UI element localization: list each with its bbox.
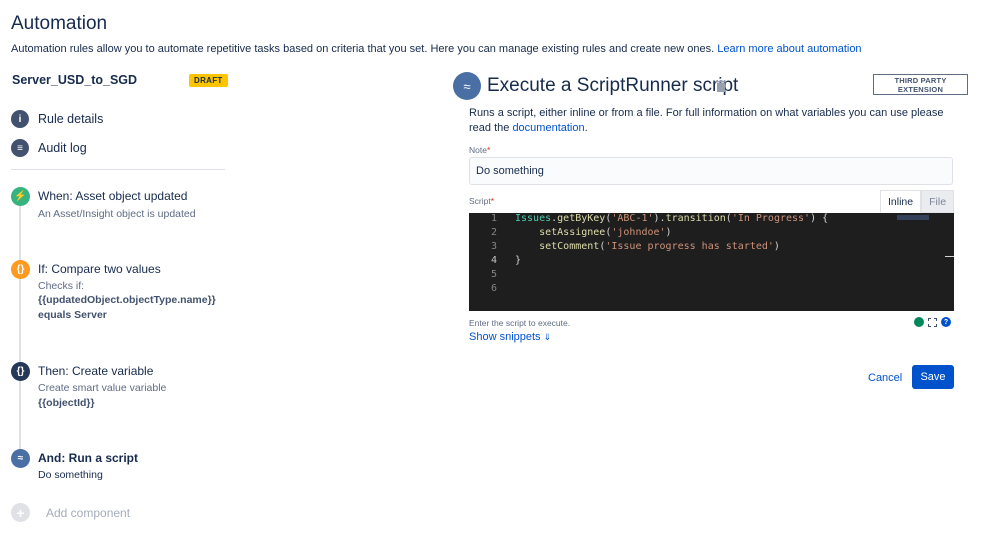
nav-rule-details-label: Rule details bbox=[38, 112, 104, 126]
list-icon: ≡ bbox=[11, 139, 29, 157]
page-description: Automation rules allow you to automate r… bbox=[11, 43, 862, 55]
editor-minimap bbox=[897, 215, 929, 220]
component-subtitle: An Asset/Insight object is updated bbox=[38, 208, 196, 220]
component-value: {{objectId}} bbox=[38, 397, 95, 409]
status-badge: DRAFT bbox=[189, 74, 228, 87]
check-icon bbox=[914, 317, 924, 327]
third-party-badge: THIRD PARTY EXTENSION bbox=[873, 74, 968, 95]
script-icon: ≈ bbox=[453, 72, 481, 100]
chevron-down-icon: ⇓ bbox=[543, 332, 552, 342]
code-line: 6 bbox=[490, 283, 497, 294]
script-label: Script* bbox=[469, 196, 495, 206]
script-icon: ≈ bbox=[11, 449, 30, 468]
code-editor[interactable]: 1 Issues.getByKey('ABC-1').transition('I… bbox=[469, 213, 954, 311]
component-run-script[interactable]: ≈ And: Run a script Do something bbox=[11, 449, 221, 485]
detail-title: Execute a ScriptRunner script bbox=[487, 75, 739, 96]
component-title: When: Asset object updated bbox=[38, 189, 188, 203]
help-icon[interactable]: ? bbox=[941, 317, 951, 327]
nav-audit-log-label: Audit log bbox=[38, 141, 87, 155]
rule-name: Server_USD_to_SGD bbox=[12, 73, 138, 87]
script-source-tabs: Inline File bbox=[880, 190, 955, 213]
show-snippets-link[interactable]: Show snippets ⇓ bbox=[469, 331, 551, 343]
description-text: Automation rules allow you to automate r… bbox=[11, 43, 715, 55]
editor-status-icons: ? bbox=[914, 317, 951, 327]
plus-icon: + bbox=[11, 503, 30, 522]
learn-more-link[interactable]: Learn more about automation bbox=[717, 43, 861, 55]
component-title: Then: Create variable bbox=[38, 364, 154, 378]
note-label: Note* bbox=[469, 145, 491, 155]
component-title: And: Run a script bbox=[38, 451, 139, 465]
code-line: 4 } bbox=[490, 255, 522, 266]
code-line: 3 setComment('Issue progress has started… bbox=[490, 241, 780, 252]
component-value: {{updatedObject.objectType.name}} bbox=[38, 294, 216, 306]
note-input[interactable] bbox=[469, 157, 953, 185]
editor-scrollbar bbox=[945, 256, 954, 257]
badge-line-2: EXTENSION bbox=[897, 84, 944, 94]
add-component-label: Add component bbox=[46, 505, 131, 520]
timeline-line bbox=[19, 204, 21, 464]
code-line: 1 Issues.getByKey('ABC-1').transition('I… bbox=[490, 213, 829, 224]
fullscreen-icon[interactable] bbox=[928, 317, 937, 327]
add-component-button[interactable]: + Add component bbox=[11, 503, 130, 522]
braces-icon: {} bbox=[11, 260, 30, 279]
info-icon: i bbox=[11, 110, 29, 128]
code-line: 2 setAssignee('johndoe') bbox=[490, 227, 672, 238]
tab-inline[interactable]: Inline bbox=[880, 190, 922, 213]
tab-file[interactable]: File bbox=[921, 190, 955, 213]
save-button[interactable]: Save bbox=[912, 365, 954, 389]
component-create-variable[interactable]: {} Then: Create variable Create smart va… bbox=[11, 362, 221, 412]
page-title: Automation bbox=[11, 13, 108, 34]
nav-audit-log[interactable]: ≡ Audit log bbox=[11, 139, 87, 157]
code-line: 5 bbox=[490, 269, 497, 280]
component-condition[interactable]: {} If: Compare two values Checks if: {{u… bbox=[11, 260, 221, 324]
editor-hint: Enter the script to execute. bbox=[469, 318, 571, 328]
component-title: If: Compare two values bbox=[38, 262, 161, 276]
lightning-icon: ⚡ bbox=[11, 187, 30, 206]
component-operator: equals Server bbox=[38, 309, 107, 321]
component-subtitle: Do something bbox=[38, 469, 103, 481]
trash-icon[interactable] bbox=[716, 80, 726, 92]
detail-description: Runs a script, either inline or from a f… bbox=[469, 107, 944, 134]
cancel-button[interactable]: Cancel bbox=[862, 366, 908, 389]
divider bbox=[11, 169, 225, 170]
component-subtitle: Checks if: bbox=[38, 280, 85, 292]
documentation-link[interactable]: documentation bbox=[512, 122, 584, 134]
component-trigger[interactable]: ⚡ When: Asset object updated An Asset/In… bbox=[11, 187, 221, 223]
component-subtitle: Create smart value variable bbox=[38, 382, 167, 394]
nav-rule-details[interactable]: i Rule details bbox=[11, 110, 103, 128]
braces-icon: {} bbox=[11, 362, 30, 381]
